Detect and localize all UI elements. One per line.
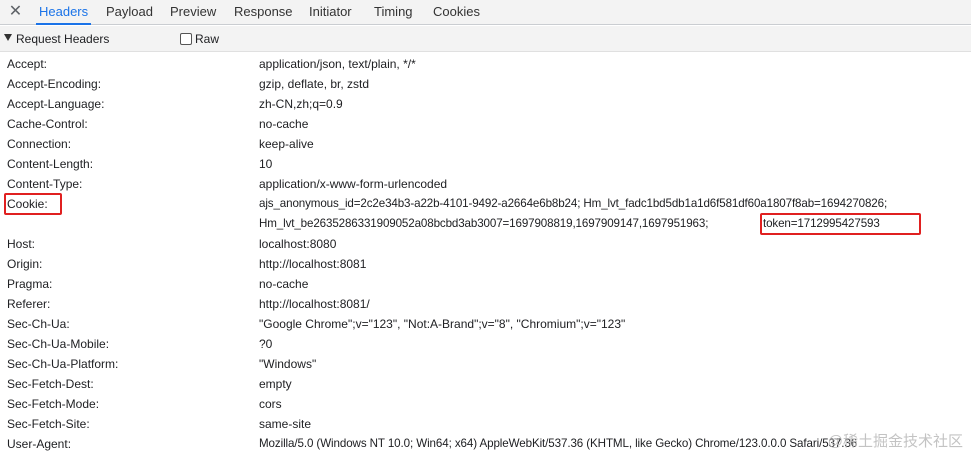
tab-cookies[interactable]: Cookies	[433, 0, 480, 24]
header-value: application/json, text/plain, */*	[259, 57, 416, 71]
header-name: Content-Type:	[7, 177, 83, 191]
header-value: Mozilla/5.0 (Windows NT 10.0; Win64; x64…	[259, 437, 858, 450]
header-name: Sec-Ch-Ua:	[7, 317, 70, 331]
header-value: http://localhost:8081/	[259, 297, 370, 311]
header-value: cors	[259, 397, 282, 411]
token-highlight-box	[760, 213, 921, 235]
cookie-value-line-2: Hm_lvt_be2635286331909052a08bcbd3ab3007=…	[259, 217, 709, 230]
header-name: Referer:	[7, 297, 51, 311]
tab-headers[interactable]: Headers	[35, 0, 92, 25]
close-icon[interactable]: ✕	[7, 3, 24, 20]
header-name: Origin:	[7, 257, 43, 271]
header-value: empty	[259, 377, 292, 391]
header-value: 10	[259, 157, 273, 171]
header-name: Sec-Fetch-Mode:	[7, 397, 100, 411]
header-value: zh-CN,zh;q=0.9	[259, 97, 343, 111]
tab-initiator[interactable]: Initiator	[309, 0, 352, 24]
header-value: application/x-www-form-urlencoded	[259, 177, 448, 191]
tab-timing[interactable]: Timing	[374, 0, 413, 24]
header-value: "Windows"	[259, 357, 317, 371]
header-name: Accept-Encoding:	[7, 77, 102, 91]
header-value: http://localhost:8081	[259, 257, 367, 271]
header-name: Pragma:	[7, 277, 53, 291]
tab-response[interactable]: Response	[234, 0, 293, 24]
tab-payload[interactable]: Payload	[106, 0, 153, 24]
header-name: Accept-Language:	[7, 97, 105, 111]
header-value: no-cache	[259, 117, 309, 131]
triangle-down-icon[interactable]	[4, 34, 12, 41]
header-name: Connection:	[7, 137, 72, 151]
header-value: no-cache	[259, 277, 309, 291]
cookie-highlight-box	[4, 193, 62, 215]
header-value: same-site	[259, 417, 312, 431]
cookie-value-line-1: ajs_anonymous_id=2c2e34b3-a22b-4101-9492…	[259, 197, 888, 210]
header-value: keep-alive	[259, 137, 314, 151]
header-name: Sec-Ch-Ua-Mobile:	[7, 337, 110, 351]
header-name: Accept:	[7, 57, 48, 71]
header-name: Host:	[7, 237, 36, 251]
header-value: ?0	[259, 337, 273, 351]
request-headers-section-header[interactable]: Request Headers Raw	[0, 26, 971, 52]
header-name: User-Agent:	[7, 437, 72, 451]
header-name: Sec-Fetch-Site:	[7, 417, 90, 431]
header-value: gzip, deflate, br, zstd	[259, 77, 370, 91]
header-name: Content-Length:	[7, 157, 94, 171]
raw-checkbox[interactable]	[180, 33, 192, 45]
section-title[interactable]: Request Headers	[16, 26, 109, 52]
header-value: localhost:8080	[259, 237, 337, 251]
header-name: Sec-Ch-Ua-Platform:	[7, 357, 119, 371]
tab-preview[interactable]: Preview	[170, 0, 216, 24]
watermark: @稀土掘金技术社区	[827, 433, 963, 450]
tab-bar: ✕ Headers Payload Preview Response Initi…	[0, 0, 971, 25]
header-name: Sec-Fetch-Dest:	[7, 377, 94, 391]
header-value: "Google Chrome";v="123", "Not:A-Brand";v…	[259, 317, 626, 331]
raw-label[interactable]: Raw	[195, 26, 219, 52]
header-name: Cache-Control:	[7, 117, 88, 131]
